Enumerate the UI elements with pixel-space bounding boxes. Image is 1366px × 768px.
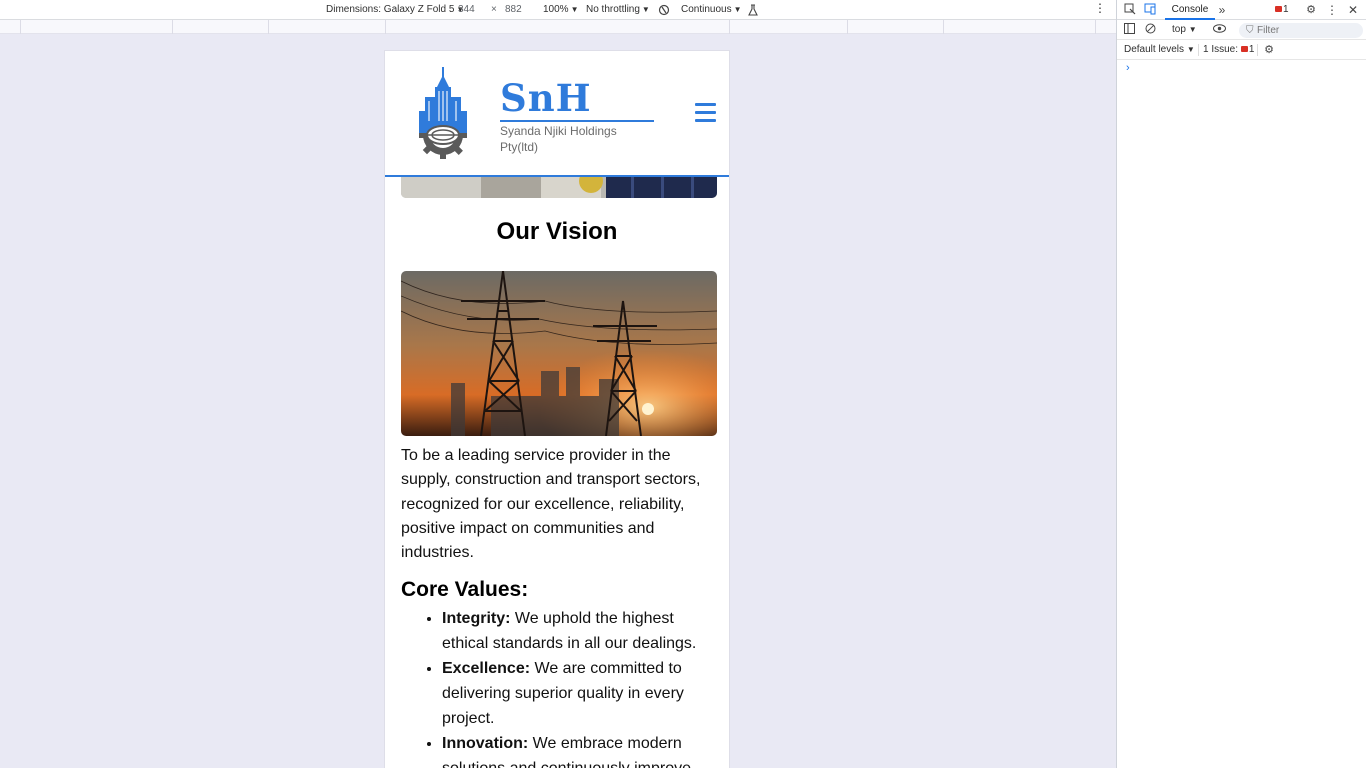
context-dropdown[interactable]: top ▼ xyxy=(1172,24,1197,36)
error-icon xyxy=(1275,6,1282,13)
zoom-label: 100% xyxy=(543,4,569,15)
throttling-dropdown[interactable]: No throttling ▼ xyxy=(586,4,650,16)
device-width-input[interactable]: 344 xyxy=(458,4,475,16)
issues-count: 1 xyxy=(1248,44,1255,55)
hamburger-menu-icon[interactable] xyxy=(695,103,716,122)
more-options-icon[interactable]: ⋮ xyxy=(1094,2,1106,14)
dimension-times-sign: × xyxy=(491,4,497,15)
context-label: top xyxy=(1172,24,1186,35)
divider xyxy=(1257,44,1258,56)
vision-image xyxy=(401,271,717,436)
list-item: Integrity: We uphold the highest ethical… xyxy=(442,606,712,656)
device-toolbar: Dimensions: Galaxy Z Fold 5 ▼ 344 × 882 1… xyxy=(0,0,1116,20)
core-value-name: Excellence: xyxy=(442,660,531,677)
flask-icon[interactable] xyxy=(747,4,759,20)
console-filter-input[interactable]: ⛉ Filter xyxy=(1239,23,1363,38)
tab-console[interactable]: Console xyxy=(1165,0,1215,20)
list-item: Innovation: We embrace modern solutions … xyxy=(442,731,712,768)
close-icon[interactable]: ✕ xyxy=(1346,3,1360,17)
console-toolbar: top ▼ ⛉ Filter xyxy=(1117,20,1366,40)
core-value-name: Integrity: xyxy=(442,610,511,627)
brand-title: SnH xyxy=(500,76,592,120)
console-prompt[interactable]: › xyxy=(1126,62,1130,74)
settings-icon[interactable]: ⚙ xyxy=(1304,3,1318,17)
device-viewport: SnH Syanda Njiki Holdings Pty(ltd) Our V… xyxy=(385,51,729,768)
log-levels-label: Default levels xyxy=(1124,44,1185,55)
live-expression-eye-icon[interactable] xyxy=(1212,23,1226,37)
device-dimensions-label: Dimensions: Galaxy Z Fold 5 xyxy=(326,4,455,15)
site-header: SnH Syanda Njiki Holdings Pty(ltd) xyxy=(385,51,729,177)
devtools-panel: Console » 1 ⚙ ⋮ ✕ top ▼ ⛉ Filter Default… xyxy=(1116,0,1366,768)
more-tabs-icon[interactable]: » xyxy=(1215,3,1229,17)
mode-dropdown[interactable]: Continuous ▼ xyxy=(681,4,742,16)
chevron-down-icon: ▼ xyxy=(570,5,579,14)
core-value-name: Innovation: xyxy=(442,735,529,752)
core-values-list: Integrity: We uphold the highest ethical… xyxy=(442,606,712,768)
devtools-menu-icon[interactable]: ⋮ xyxy=(1325,3,1339,17)
filter-icon: ⛉ xyxy=(1246,25,1254,36)
chevron-down-icon: ▼ xyxy=(733,5,742,14)
device-toggle-icon[interactable] xyxy=(1143,3,1157,17)
chevron-down-icon: ▼ xyxy=(1188,25,1197,34)
mode-label: Continuous xyxy=(681,4,732,15)
brand-underline xyxy=(500,120,654,122)
rotate-icon[interactable] xyxy=(658,4,670,20)
core-values-title: Core Values: xyxy=(401,578,529,601)
list-item: Excellence: We are committed to deliveri… xyxy=(442,656,712,731)
issue-icon xyxy=(1240,46,1248,53)
divider xyxy=(1198,44,1199,56)
chevron-down-icon: ▼ xyxy=(641,5,650,14)
company-logo xyxy=(419,67,467,159)
error-counter[interactable]: 1 xyxy=(1275,4,1289,16)
sidebar-toggle-icon[interactable] xyxy=(1122,23,1136,37)
filter-placeholder: Filter xyxy=(1257,25,1280,36)
issues-label: 1 Issue: xyxy=(1203,44,1239,55)
media-query-ruler xyxy=(0,20,1116,34)
brand-subtitle: Syanda Njiki Holdings Pty(ltd) xyxy=(500,124,617,154)
console-settings-icon[interactable]: ⚙ xyxy=(1262,43,1276,57)
log-levels-dropdown[interactable]: Default levels ▼ xyxy=(1124,44,1195,56)
console-levels-bar: Default levels ▼ 1 Issue: 1 ⚙ xyxy=(1117,40,1366,60)
zoom-dropdown[interactable]: 100% ▼ xyxy=(543,4,579,16)
device-dimensions-dropdown[interactable]: Dimensions: Galaxy Z Fold 5 ▼ xyxy=(326,4,464,16)
vision-paragraph: To be a leading service provider in the … xyxy=(401,447,701,562)
throttling-label: No throttling xyxy=(586,4,640,15)
devtools-tabbar: Console » 1 ⚙ ⋮ ✕ xyxy=(1117,0,1366,20)
chevron-down-icon: ▼ xyxy=(1186,45,1195,54)
device-height-input[interactable]: 882 xyxy=(505,4,522,16)
clear-console-icon[interactable] xyxy=(1143,23,1157,37)
error-count: 1 xyxy=(1283,4,1289,15)
inspect-element-icon[interactable] xyxy=(1123,3,1137,17)
section-title: Our Vision xyxy=(496,218,618,245)
issues-button[interactable]: 1 Issue: 1 xyxy=(1203,44,1254,56)
